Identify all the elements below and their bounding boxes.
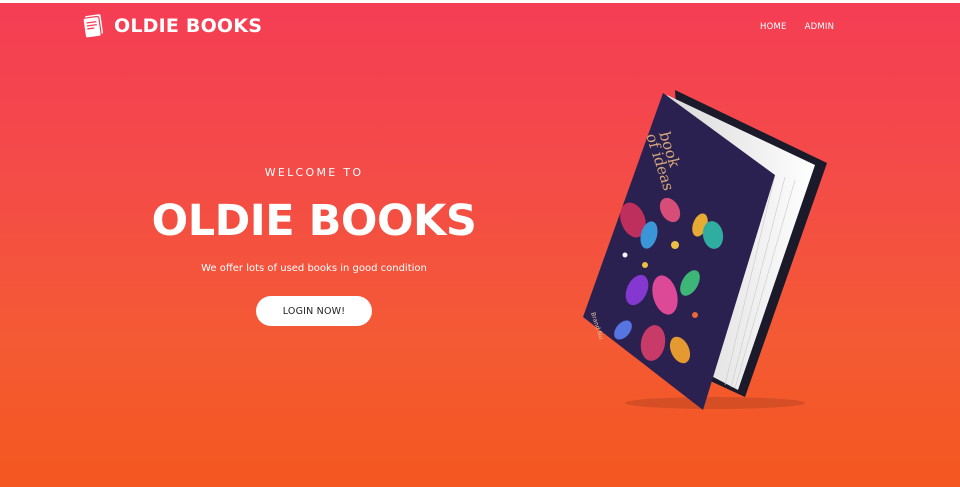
logo-text: OLDIE BOOKS xyxy=(114,15,263,37)
nav-admin[interactable]: ADMIN xyxy=(805,22,835,32)
hero-title: OLDIE BOOKS xyxy=(151,196,477,246)
hero-section: WELCOME TO OLDIE BOOKS We offer lots of … xyxy=(140,160,488,326)
nav-home[interactable]: HOME xyxy=(760,22,787,32)
top-border xyxy=(0,0,960,3)
welcome-text: WELCOME TO xyxy=(264,166,364,179)
main-nav: HOME ADMIN xyxy=(760,22,834,32)
hero-subtitle: We offer lots of used books in good cond… xyxy=(201,263,427,274)
login-now-button[interactable]: LOGIN NOW! xyxy=(256,296,372,326)
book-image: book of ideas Brand Nu xyxy=(575,85,835,415)
site-logo[interactable]: OLDIE BOOKS xyxy=(82,13,262,39)
book-icon xyxy=(82,13,107,39)
